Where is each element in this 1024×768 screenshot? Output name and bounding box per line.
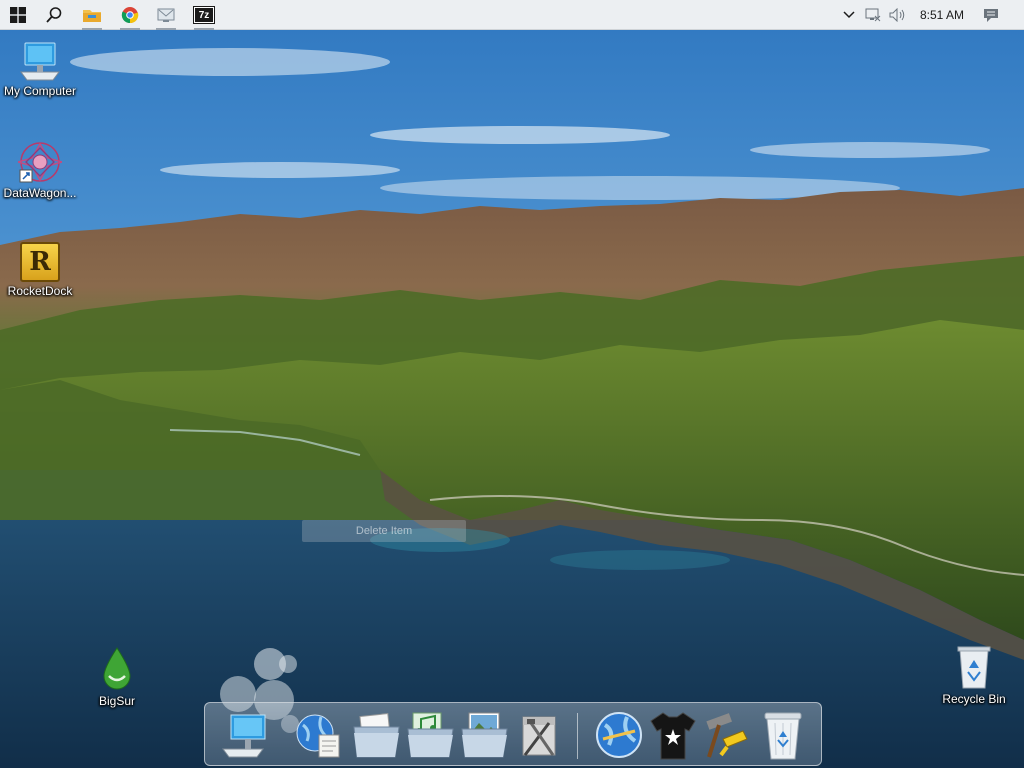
volume-icon [889,8,905,22]
taskbar: 7z 8:51 AM [0,0,1024,30]
rocketdock-letter: R [29,247,51,277]
search-button[interactable] [36,0,72,30]
system-clock[interactable]: 8:51 AM [912,0,972,30]
desktop-icon-label: DataWagon... [3,186,77,200]
chrome-icon [121,7,139,24]
chevron-up-icon [843,11,855,19]
dock-separator [577,713,578,759]
desktop-icon-label: My Computer [3,84,77,98]
desktop-icon-bigsur[interactable]: BigSur [77,646,157,708]
dock-item-internet[interactable] [593,709,645,761]
desktop-icon-label: RocketDock [7,284,73,298]
desktop-icon-rocketdock[interactable]: R RocketDock [0,242,80,298]
dock-item-trash[interactable] [757,709,809,761]
trash-icon [764,712,802,760]
hammer-wrench-icon [706,713,748,758]
7zip-label: 7z [198,9,210,21]
tools-icon [522,716,556,756]
pictures-folder-icon [461,712,508,758]
notifications-button[interactable] [978,0,1004,30]
start-icon [10,7,26,23]
dock-item-pictures-folder[interactable] [459,709,511,761]
dock-item-system-tools[interactable] [513,709,565,761]
globe-doc-icon [296,714,340,758]
taskbar-network-app[interactable] [148,0,184,30]
dock-item-globe-documents[interactable] [293,709,345,761]
tray-network[interactable] [862,0,884,30]
notification-icon [984,8,998,22]
start-button[interactable] [0,0,36,30]
computer-icon [20,42,60,81]
dock-item-theme-shirt[interactable] [647,709,699,761]
clock-time: 8:51 AM [919,8,965,22]
desktop-icon-recycle-bin[interactable]: Recycle Bin [934,644,1014,706]
desktop-icon-my-computer[interactable]: My Computer [0,40,80,98]
dock [204,702,822,766]
dock-item-settings-tools[interactable] [699,709,751,761]
dock-item-music-folder[interactable] [405,709,457,761]
documents-folder-icon [353,713,400,758]
monitor-mail-icon [157,8,175,22]
dock-item-computer[interactable] [219,709,271,761]
network-icon [865,8,881,22]
taskbar-7zip[interactable]: 7z [186,0,222,30]
ghost-tooltip-text: Delete Item [355,525,413,537]
7zip-icon: 7z [193,6,215,24]
computer-icon [222,714,266,758]
taskbar-chrome[interactable] [112,0,148,30]
droplet-icon [103,647,131,690]
tray-volume[interactable] [886,0,910,30]
tshirt-icon [650,712,696,760]
globe-icon [596,712,642,758]
datawagon-icon [18,142,62,183]
desktop-icon-datawagon[interactable]: DataWagon... [0,140,80,200]
taskbar-file-explorer[interactable] [74,0,110,30]
ghost-tooltip: Delete Item [302,520,466,542]
dock-item-documents-folder[interactable] [351,709,403,761]
tray-overflow-button[interactable] [838,0,860,30]
folder-icon [83,10,101,22]
recycle-bin-icon [957,646,991,689]
desktop-icon-label: Recycle Bin [942,692,1006,706]
rocketdock-icon: R [20,242,60,282]
music-folder-icon [407,712,454,758]
search-icon [46,7,62,23]
desktop-icon-label: BigSur [98,694,136,708]
